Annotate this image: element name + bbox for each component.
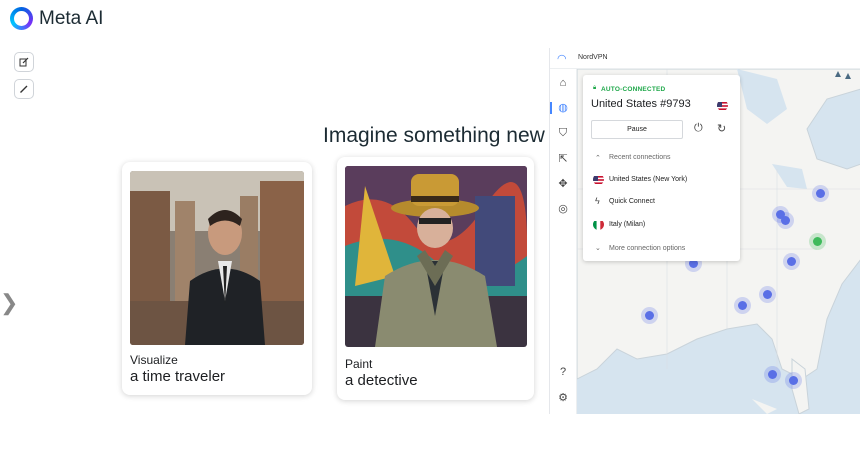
recent-connections-label[interactable]: Recent connections bbox=[609, 154, 670, 161]
new-chat-button[interactable] bbox=[14, 52, 34, 72]
server-name: United States #9793 bbox=[591, 98, 691, 110]
refresh-icon[interactable]: ↻ bbox=[717, 122, 726, 135]
app-title: Meta AI bbox=[39, 7, 104, 29]
power-icon[interactable]: ⏻ bbox=[694, 122, 703, 135]
card-subtitle: Paint bbox=[345, 357, 373, 371]
more-connection-options[interactable]: More connection options bbox=[609, 245, 685, 252]
chevron-right-icon: ❯ bbox=[0, 290, 19, 315]
nordvpn-window: ◠ NordVPN ⌂ ◍ ⛉ ⇱ ✥ ◎ ? ⚙ 🔒︎ AUTO-CONNEC… bbox=[549, 48, 860, 414]
pencil-button[interactable] bbox=[14, 79, 34, 99]
nordvpn-titlebar: ◠ NordVPN bbox=[550, 48, 860, 69]
recent-item-italy-milan[interactable]: Italy (Milan) bbox=[609, 221, 645, 228]
server-pin[interactable] bbox=[787, 257, 796, 266]
italy-flag-icon bbox=[593, 219, 604, 230]
detective-image bbox=[345, 166, 527, 347]
server-pin[interactable] bbox=[738, 301, 747, 310]
card-title: a time traveler bbox=[130, 368, 226, 385]
file-share-icon[interactable]: ⇱ bbox=[556, 152, 570, 166]
time-traveler-image bbox=[130, 171, 304, 345]
server-pin[interactable] bbox=[781, 216, 790, 225]
nordvpn-logo-icon: ◠ bbox=[557, 53, 567, 65]
prompt-card-detective[interactable]: Paint a detective bbox=[337, 157, 534, 400]
target-icon[interactable]: ◎ bbox=[556, 202, 570, 216]
settings-gear-icon[interactable]: ⚙ bbox=[556, 391, 570, 405]
active-indicator bbox=[550, 102, 552, 114]
us-flag-icon bbox=[717, 100, 728, 111]
nordvpn-sidebar: ⌂ ◍ ⛉ ⇱ ✥ ◎ ? ⚙ bbox=[550, 69, 577, 414]
recent-item-quick-connect[interactable]: Quick Connect bbox=[609, 198, 655, 205]
lightning-icon: ϟ bbox=[595, 196, 600, 206]
server-pin[interactable] bbox=[763, 290, 772, 299]
server-pin[interactable] bbox=[645, 311, 654, 320]
globe-icon[interactable]: ◍ bbox=[556, 101, 570, 115]
server-pin[interactable] bbox=[789, 376, 798, 385]
server-pin[interactable] bbox=[816, 189, 825, 198]
connected-server-pin[interactable] bbox=[813, 237, 822, 246]
card-subtitle: Visualize bbox=[130, 353, 178, 367]
meshnet-icon[interactable]: ✥ bbox=[556, 177, 570, 191]
shield-icon[interactable]: ⛉ bbox=[556, 126, 570, 140]
meta-ai-ring-icon bbox=[10, 7, 33, 30]
nordvpn-window-title: NordVPN bbox=[578, 54, 608, 61]
prompt-card-time-traveler[interactable]: Visualize a time traveler bbox=[122, 162, 312, 395]
lock-icon: 🔒︎ bbox=[593, 85, 597, 91]
connection-panel: 🔒︎ AUTO-CONNECTED United States #9793 Pa… bbox=[583, 75, 740, 261]
pencil-icon bbox=[20, 85, 28, 93]
edit-icon bbox=[19, 57, 29, 67]
pause-button[interactable]: Pause bbox=[591, 120, 683, 139]
server-pin[interactable] bbox=[768, 370, 777, 379]
help-icon[interactable]: ? bbox=[556, 365, 570, 379]
page-headline: Imagine something new bbox=[323, 124, 545, 147]
expand-sidebar-button[interactable]: ❯ bbox=[0, 290, 18, 316]
chevron-down-icon[interactable]: ⌄ bbox=[595, 244, 601, 252]
us-flag-icon bbox=[593, 174, 604, 185]
card-title: a detective bbox=[345, 372, 418, 389]
meta-ai-logo[interactable]: Meta AI bbox=[10, 7, 103, 30]
recent-item-us-new-york[interactable]: United States (New York) bbox=[609, 176, 687, 183]
connection-status: AUTO-CONNECTED bbox=[601, 86, 666, 93]
chevron-up-icon[interactable]: ⌃ bbox=[595, 154, 601, 162]
home-icon[interactable]: ⌂ bbox=[556, 76, 570, 90]
